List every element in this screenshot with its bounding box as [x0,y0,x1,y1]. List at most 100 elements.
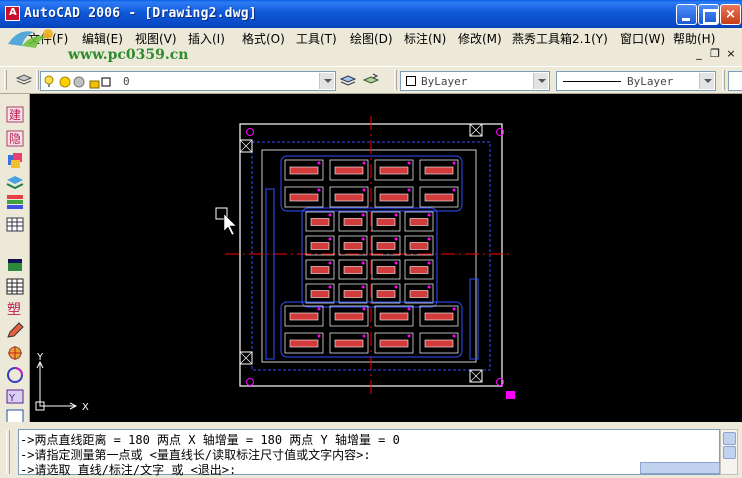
middle-cavity-group-part [310,218,330,226]
selection-marker [506,391,515,399]
menu-view[interactable]: 视图(V) [135,30,177,47]
top-cavity-group-part [424,166,454,175]
middle-cavity-group-gate [361,285,365,289]
menu-insert[interactable]: 插入(I) [188,30,225,47]
corner-block-cross-2 [239,351,253,365]
menu-edit[interactable]: 编辑(E) [82,30,123,47]
minimize-button[interactable] [676,4,697,25]
scroll-down-icon[interactable] [723,446,736,459]
block-tool-icon[interactable] [6,256,24,273]
toolbar-grip[interactable] [722,70,725,90]
top-cavity-group-part [334,166,364,175]
toolbar-grip[interactable] [4,70,7,90]
title-bar: AutoCAD 2006 - [Drawing2.dwg] × [0,0,742,28]
color-control-dropdown[interactable]: ByLayer [400,71,550,91]
layer-previous-icon[interactable] [363,72,379,88]
menu-help[interactable]: 帮助(H) [673,30,715,47]
bottom-cavity-group-part [334,312,364,321]
middle-cavity-group-part [376,218,396,226]
horizontal-scrollbar-thumb[interactable] [640,462,720,474]
command-prompt[interactable]: ->请选取 直线/标注/文字 或 <退出>: [20,461,236,478]
menu-draw[interactable]: 绘图(D) [350,30,393,47]
build-icon[interactable]: 建 [6,106,24,123]
layers-properties-toolbar: 0 ByLayer ByLayer [0,66,742,94]
svg-text:Y: Y [8,393,16,404]
doc-close-button[interactable]: × [724,47,738,61]
layer-dropdown[interactable]: 0 [40,71,336,91]
top-cavity-group-gate [452,161,456,165]
bottom-cavity-group-part [334,339,364,348]
layer-dropdown-arrow-icon[interactable] [319,73,334,89]
hatch-tool-icon[interactable]: Y [6,388,24,405]
toolbar-separator [36,70,39,90]
middle-cavity-group-gate [394,261,398,265]
lineweight-control-dropdown[interactable] [728,71,742,91]
layer-tool-icon[interactable] [6,152,24,169]
menu-yanxiu-toolbox[interactable]: 燕秀工具箱2.1(Y) [512,30,608,47]
pencil-icon[interactable] [6,322,24,339]
top-cavity-group-part [424,193,454,202]
make-object-layer-current-icon[interactable] [340,72,356,88]
middle-cavity-group-gate [394,285,398,289]
bottom-cavity-group-part [424,339,454,348]
top-cavity-group-part [289,166,319,175]
ucs-y-label: Y [36,352,44,363]
hide-icon[interactable]: 隐 [6,130,24,147]
top-cavity-group-part [334,193,364,202]
corner-block-cross-3 [469,369,483,383]
menu-window[interactable]: 窗口(W) [620,30,665,47]
maximize-button[interactable] [698,4,719,25]
mold-drawing[interactable]: YX [30,94,742,422]
middle-cavity-group-part [376,266,396,274]
middle-cavity-group-part [310,290,330,298]
middle-cavity-group-gate [394,213,398,217]
left-toolbar: 建 隐 塑 Y [0,94,30,424]
guide-pin-0 [246,128,254,136]
plastic-tool-icon[interactable]: 塑 [6,300,24,317]
bottom-cavity-group-gate [452,334,456,338]
layer-stack-icon[interactable] [6,174,24,191]
menu-format[interactable]: 格式(O) [242,30,285,47]
close-icon: × [725,7,736,22]
doc-restore-button[interactable]: ❐ [708,47,722,61]
top-cavity-group-gate [362,188,366,192]
doc-minimize-button[interactable]: _ [692,47,706,61]
watermark-url: www.pc0359.cn [68,47,189,63]
color-bars-icon[interactable] [6,194,24,211]
corner-block-cross-1 [469,123,483,137]
watermark-logo-icon [8,29,53,48]
middle-cavity-group-gate [361,237,365,241]
table-tool-icon[interactable] [6,278,24,295]
scroll-up-icon[interactable] [723,432,736,445]
middle-cavity-group-gate [328,285,332,289]
circle-tool-icon[interactable] [6,366,24,383]
bottom-cavity-group-gate [452,307,456,311]
grid-table-icon[interactable] [6,216,24,233]
menu-dimension[interactable]: 标注(N) [404,30,446,47]
minimize-icon [677,5,696,24]
bottom-cavity-group-part [379,339,409,348]
drawing-canvas[interactable]: YX [30,94,742,422]
menu-modify[interactable]: 修改(M) [458,30,502,47]
menu-tools[interactable]: 工具(T) [296,30,337,47]
move-icon[interactable] [6,344,24,361]
close-button[interactable]: × [720,4,741,25]
autocad-app-icon[interactable] [5,6,20,21]
layer-manager-icon[interactable] [16,72,32,88]
middle-cavity-group-gate [427,213,431,217]
mouse-cursor-icon [223,213,237,236]
command-grip[interactable] [6,430,10,474]
middle-cavity-group-gate [427,237,431,241]
color-dropdown-arrow-icon[interactable] [533,73,548,89]
bottom-cavity-group-part [424,312,454,321]
command-area: ->两点直线距离 = 180 两点 X 轴增量 = 180 两点 Y 轴增量 =… [0,422,742,478]
linetype-control-dropdown[interactable]: ByLayer [556,71,716,91]
command-scrollbar[interactable] [720,429,738,475]
command-history[interactable]: ->两点直线距离 = 180 两点 X 轴增量 = 180 两点 Y 轴增量 =… [18,429,720,478]
toolbar-grip[interactable] [394,70,397,90]
bottom-cavity-group-gate [317,334,321,338]
svg-text:隐: 隐 [9,132,21,146]
middle-cavity-group-part [343,218,363,226]
top-cavity-group-gate [407,188,411,192]
linetype-dropdown-arrow-icon[interactable] [699,73,714,89]
